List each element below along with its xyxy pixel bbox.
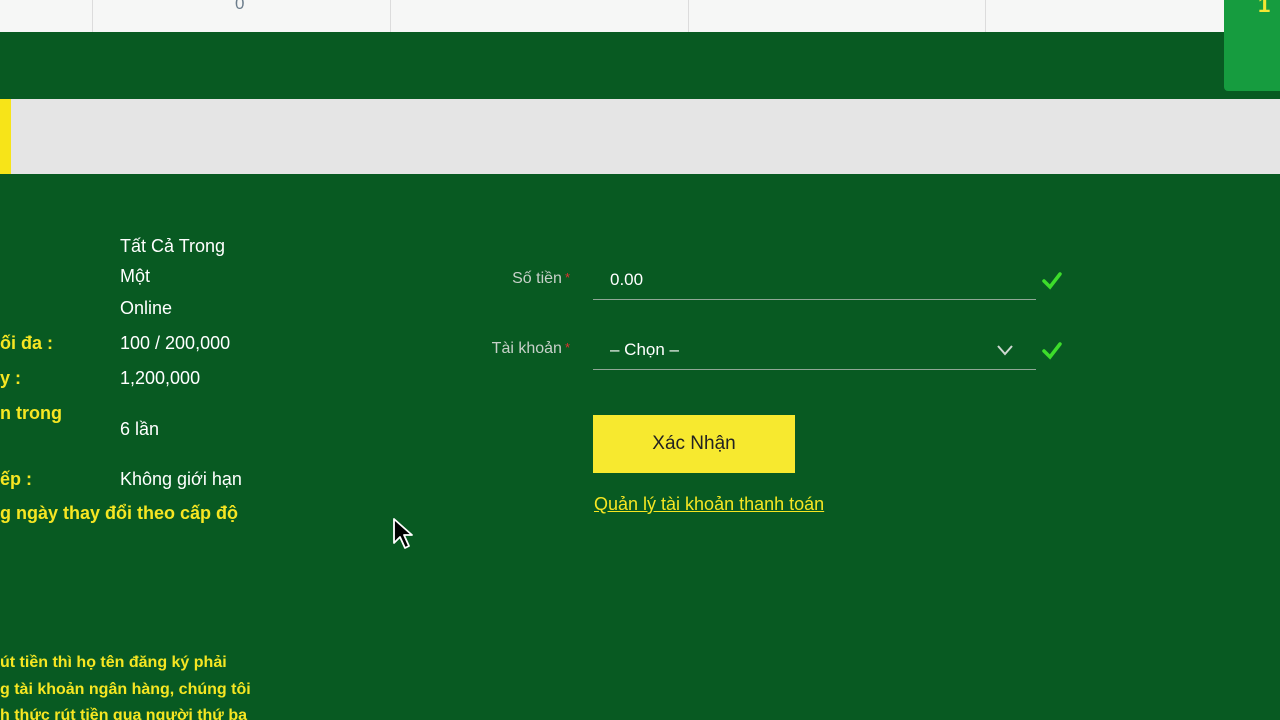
account-label: Tài khoản *	[491, 340, 570, 357]
next-value: Không giới hạn	[120, 469, 242, 489]
section-accent-bar	[0, 99, 11, 174]
required-mark: *	[564, 340, 570, 355]
corner-tab[interactable]: 1	[1224, 0, 1280, 91]
required-mark: *	[564, 270, 570, 285]
manage-payment-accounts-link[interactable]: Quản lý tài khoản thanh toán	[594, 494, 824, 515]
note-line: g tài khoản ngân hàng, chúng tôi	[0, 681, 251, 698]
table-divider	[390, 0, 391, 32]
account-valid-check-icon	[1042, 342, 1062, 360]
amount-input[interactable]: 0.00	[593, 264, 1036, 300]
times-value: 6 lần	[120, 419, 160, 439]
game-name-line3: Online	[120, 298, 173, 318]
level-note: g ngày thay đổi theo cấp độ	[0, 503, 239, 523]
account-select-value[interactable]: – Chọn –	[610, 340, 679, 360]
limit-value: 100 / 200,000	[120, 333, 231, 353]
game-name-line1: Tất Cả Trong	[120, 236, 226, 256]
corner-tab-label: 1	[1258, 0, 1271, 17]
mouse-cursor-icon	[393, 518, 413, 549]
amount-valid-check-icon	[1042, 272, 1062, 290]
table-divider	[92, 0, 93, 32]
section-header-band	[0, 99, 1280, 174]
daily-label: y :	[0, 368, 22, 388]
table-cell-value: 0	[235, 0, 245, 13]
daily-value: 1,200,000	[120, 368, 201, 388]
top-table-strip: 0	[0, 0, 1224, 32]
next-label: ếp :	[0, 469, 33, 489]
table-divider	[688, 0, 689, 32]
submit-button[interactable]: Xác Nhận	[593, 415, 795, 473]
times-label: n trong	[0, 403, 62, 423]
account-select[interactable]: – Chọn –	[593, 334, 1036, 370]
game-name-line2: Một	[120, 266, 151, 286]
amount-label: Số tiền *	[512, 270, 570, 287]
amount-input-value[interactable]: 0.00	[610, 270, 643, 290]
limit-label: ối đa :	[0, 333, 53, 353]
note-line: h thức rút tiền qua người thứ ba	[0, 707, 248, 720]
table-divider	[985, 0, 986, 32]
note-line: út tiền thì họ tên đăng ký phải	[0, 654, 227, 671]
chevron-down-icon[interactable]	[996, 344, 1014, 356]
